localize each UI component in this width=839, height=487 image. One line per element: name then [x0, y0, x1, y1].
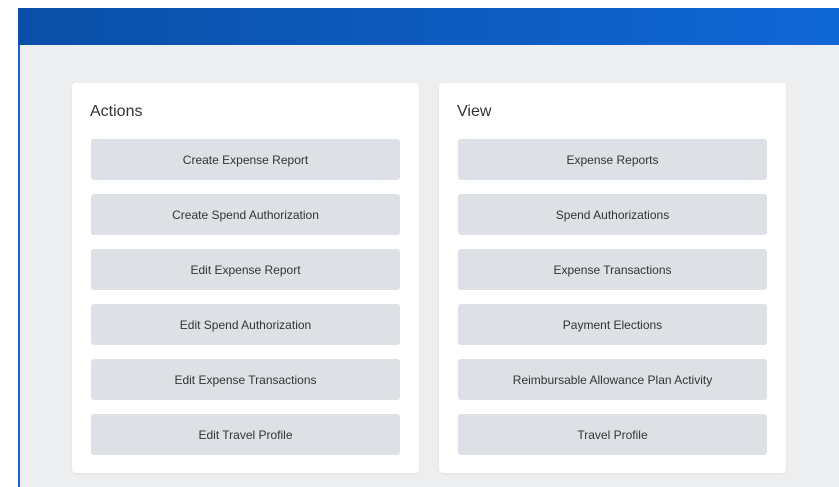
expense-transactions-button[interactable]: Expense Transactions: [458, 249, 767, 290]
view-title: View: [457, 103, 492, 120]
reimbursable-allowance-plan-activity-button[interactable]: Reimbursable Allowance Plan Activity: [458, 359, 767, 400]
left-edge-bar: [18, 45, 20, 487]
payment-elections-button[interactable]: Payment Elections: [458, 304, 767, 345]
top-header-bar: [18, 8, 839, 45]
actions-button-list: Create Expense Report Create Spend Autho…: [91, 139, 400, 469]
app-frame: Actions Create Expense Report Create Spe…: [18, 8, 839, 487]
create-spend-authorization-button[interactable]: Create Spend Authorization: [91, 194, 400, 235]
actions-title: Actions: [90, 103, 143, 120]
screen: Actions Create Expense Report Create Spe…: [0, 0, 839, 487]
edit-expense-report-button[interactable]: Edit Expense Report: [91, 249, 400, 290]
view-button-list: Expense Reports Spend Authorizations Exp…: [458, 139, 767, 469]
actions-card: Actions Create Expense Report Create Spe…: [72, 83, 419, 473]
travel-profile-button[interactable]: Travel Profile: [458, 414, 767, 455]
edit-spend-authorization-button[interactable]: Edit Spend Authorization: [91, 304, 400, 345]
edit-expense-transactions-button[interactable]: Edit Expense Transactions: [91, 359, 400, 400]
expense-reports-button[interactable]: Expense Reports: [458, 139, 767, 180]
view-card: View Expense Reports Spend Authorization…: [439, 83, 786, 473]
edit-travel-profile-button[interactable]: Edit Travel Profile: [91, 414, 400, 455]
spend-authorizations-button[interactable]: Spend Authorizations: [458, 194, 767, 235]
create-expense-report-button[interactable]: Create Expense Report: [91, 139, 400, 180]
